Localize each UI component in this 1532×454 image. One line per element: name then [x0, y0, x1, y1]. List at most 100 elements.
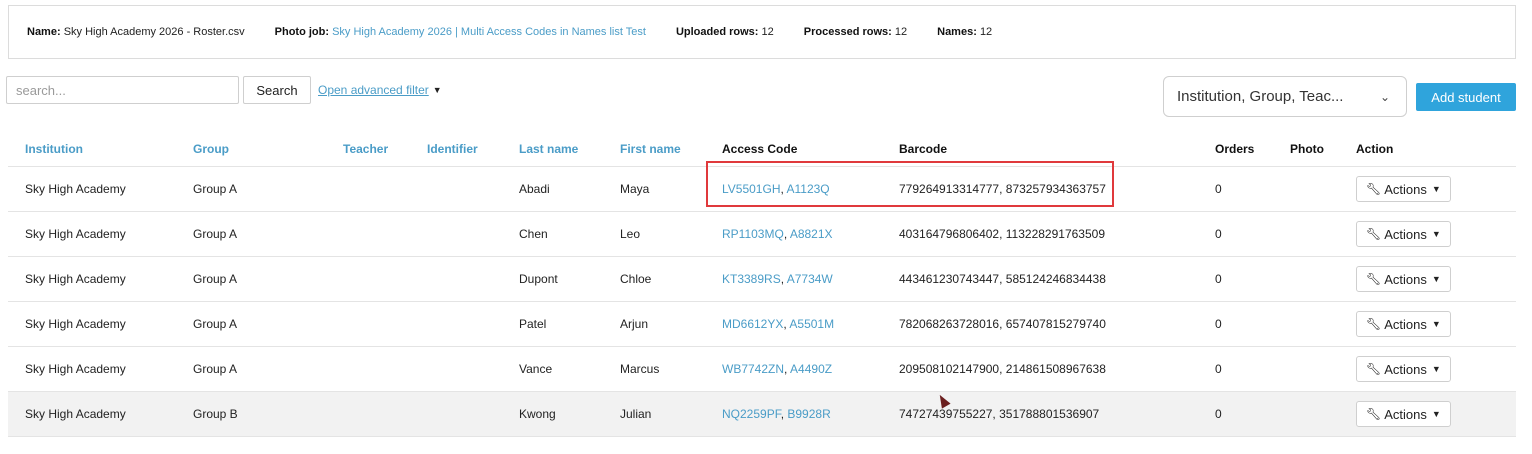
- actions-dropdown-button[interactable]: 🔧︎ Actions ▼: [1356, 266, 1451, 292]
- access-code-link[interactable]: RP1103MQ: [722, 227, 784, 241]
- access-code-link[interactable]: A8821X: [790, 227, 833, 241]
- cell-institution: Sky High Academy: [25, 182, 126, 196]
- photo-job-link[interactable]: Sky High Academy 2026 | Multi Access Cod…: [332, 26, 646, 38]
- cell-group: Group A: [193, 317, 238, 331]
- search-button[interactable]: Search: [243, 76, 311, 104]
- cell-access-code: KT3389RS, A7734W: [722, 272, 833, 286]
- actions-dropdown-button[interactable]: 🔧︎ Actions ▼: [1356, 356, 1451, 382]
- cell-first-name: Marcus: [620, 362, 660, 376]
- cell-group: Group A: [193, 272, 238, 286]
- add-student-button[interactable]: Add student: [1416, 83, 1516, 111]
- access-code-link[interactable]: NQ2259PF: [722, 407, 781, 421]
- column-header-last-name[interactable]: Last name: [519, 142, 578, 156]
- caret-down-icon: ▼: [1431, 319, 1441, 329]
- cell-first-name: Chloe: [620, 272, 652, 286]
- actions-dropdown-button[interactable]: 🔧︎ Actions ▼: [1356, 311, 1451, 337]
- table-row: Sky High Academy Group A Vance Marcus WB7742…: [8, 347, 1516, 392]
- names-count-label: Names:: [937, 26, 977, 38]
- cell-orders: 0: [1215, 182, 1222, 196]
- column-header-teacher[interactable]: Teacher: [343, 142, 388, 156]
- cell-group: Group A: [193, 182, 238, 196]
- processed-rows-label: Processed rows:: [803, 26, 892, 38]
- column-header-identifier[interactable]: Identifier: [427, 142, 478, 156]
- file-name-value: Sky High Academy 2026 - Roster.csv: [63, 26, 245, 38]
- cell-barcode: 443461230743447, 585124246834438: [899, 272, 1106, 286]
- caret-down-icon: ▼: [1431, 274, 1441, 284]
- chevron-down-icon: ⌄: [1379, 89, 1390, 104]
- actions-label: Actions: [1384, 406, 1427, 422]
- access-code-link[interactable]: WB7742ZN: [722, 362, 784, 376]
- cell-group: Group A: [193, 227, 238, 241]
- caret-down-icon: ▼: [1431, 229, 1441, 239]
- uploaded-rows: Uploaded rows: 12: [676, 26, 774, 38]
- access-code-link[interactable]: A4490Z: [790, 362, 832, 376]
- cell-orders: 0: [1215, 362, 1222, 376]
- photo-job: Photo job: Sky High Academy 2026 | Multi…: [275, 26, 646, 38]
- column-header-first-name[interactable]: First name: [620, 142, 681, 156]
- wrench-icon: 🔧︎: [1366, 317, 1382, 331]
- cell-access-code: RP1103MQ, A8821X: [722, 227, 833, 241]
- cell-orders: 0: [1215, 317, 1222, 331]
- cell-barcode: 74727439755227, 351788801536907: [899, 407, 1100, 421]
- column-header-photo: Photo: [1290, 141, 1324, 156]
- cell-access-code: WB7742ZN, A4490Z: [722, 362, 833, 376]
- cell-access-code: LV5501GH, A1123Q: [722, 182, 830, 196]
- caret-down-icon: ▼: [1431, 409, 1441, 419]
- wrench-icon: 🔧︎: [1366, 227, 1382, 241]
- access-code-link[interactable]: KT3389RS: [722, 272, 781, 286]
- column-select[interactable]: Institution, Group, Teac... ⌄: [1163, 76, 1407, 117]
- wrench-icon: 🔧︎: [1366, 407, 1382, 421]
- names-count: Names: 12: [937, 26, 992, 38]
- cell-last-name: Abadi: [519, 182, 550, 196]
- access-code-link[interactable]: MD6612YX: [722, 317, 783, 331]
- names-count-value: 12: [979, 26, 993, 38]
- column-header-orders: Orders: [1215, 141, 1255, 156]
- cell-last-name: Patel: [519, 317, 547, 331]
- access-code-link[interactable]: A1123Q: [787, 182, 830, 196]
- access-code-link[interactable]: A5501M: [789, 317, 834, 331]
- advanced-filter-toggle[interactable]: Open advanced filter ▼: [318, 83, 442, 97]
- column-header-group[interactable]: Group: [193, 142, 229, 156]
- column-header-action: Action: [1356, 141, 1394, 156]
- advanced-filter-link[interactable]: Open advanced filter: [318, 83, 429, 97]
- caret-down-icon: ▼: [1431, 364, 1441, 374]
- actions-label: Actions: [1384, 361, 1427, 377]
- cell-access-code: MD6612YX, A5501M: [722, 317, 835, 331]
- students-table: Institution Group Teacher Identifier Las…: [8, 131, 1516, 437]
- actions-label: Actions: [1384, 226, 1427, 242]
- import-info-bar: Name: Sky High Academy 2026 - Roster.csv…: [8, 5, 1516, 59]
- file-name-label: Name:: [27, 26, 61, 38]
- access-code-link[interactable]: A7734W: [787, 272, 833, 286]
- cell-group: Group B: [193, 407, 238, 421]
- column-select-value: Institution, Group, Teac...: [1177, 88, 1344, 105]
- table-header-row: Institution Group Teacher Identifier Las…: [8, 131, 1516, 167]
- cell-orders: 0: [1215, 272, 1222, 286]
- access-code-link[interactable]: B9928R: [787, 407, 830, 421]
- cell-last-name: Vance: [519, 362, 553, 376]
- actions-dropdown-button[interactable]: 🔧︎ Actions ▼: [1356, 221, 1451, 247]
- cell-institution: Sky High Academy: [25, 362, 126, 376]
- cell-barcode: 209508102147900, 214861508967638: [899, 362, 1106, 376]
- actions-dropdown-button[interactable]: 🔧︎ Actions ▼: [1356, 176, 1451, 202]
- search-input[interactable]: [6, 76, 239, 104]
- cell-last-name: Chen: [519, 227, 548, 241]
- cell-institution: Sky High Academy: [25, 227, 126, 241]
- column-header-institution[interactable]: Institution: [25, 142, 83, 156]
- caret-down-icon: ▼: [432, 85, 442, 95]
- wrench-icon: 🔧︎: [1366, 272, 1382, 286]
- processed-rows: Processed rows: 12: [804, 26, 907, 38]
- actions-label: Actions: [1384, 316, 1427, 332]
- access-code-link[interactable]: LV5501GH: [722, 182, 780, 196]
- column-header-access-code: Access Code: [722, 141, 798, 156]
- cell-first-name: Arjun: [620, 317, 649, 331]
- cell-last-name: Kwong: [519, 407, 556, 421]
- uploaded-rows-value: 12: [761, 26, 774, 38]
- cell-first-name: Julian: [620, 407, 652, 421]
- cell-first-name: Leo: [620, 227, 641, 241]
- cell-first-name: Maya: [620, 182, 650, 196]
- cell-orders: 0: [1215, 227, 1222, 241]
- table-row: Sky High Academy Group A Abadi Maya LV5501GH…: [8, 167, 1516, 212]
- cell-last-name: Dupont: [519, 272, 558, 286]
- file-name: Name: Sky High Academy 2026 - Roster.csv: [27, 26, 245, 38]
- actions-dropdown-button[interactable]: 🔧︎ Actions ▼: [1356, 401, 1451, 427]
